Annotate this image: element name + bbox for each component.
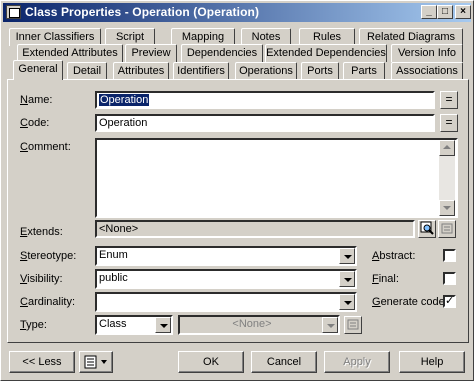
general-tab-panel: Name: Operation = Code: Operation = Comm… bbox=[7, 79, 469, 343]
list-menu-icon bbox=[84, 355, 107, 369]
cardinality-label: Cardinality: bbox=[20, 296, 76, 308]
type-combobox[interactable]: Class bbox=[95, 315, 173, 335]
select-extends-button[interactable] bbox=[418, 220, 436, 238]
comment-label: Comment: bbox=[20, 141, 71, 153]
stereotype-dropdown-icon[interactable] bbox=[339, 248, 355, 264]
apply-button: Apply bbox=[324, 351, 390, 373]
generate-code-label: Generate code: bbox=[372, 296, 448, 308]
magnifier-icon bbox=[420, 221, 434, 235]
tab-detail[interactable]: Detail bbox=[67, 62, 107, 80]
scroll-down-arrow-icon[interactable] bbox=[439, 200, 455, 216]
minimize-button[interactable]: _ bbox=[421, 5, 437, 19]
name-field[interactable]: Operation bbox=[95, 91, 435, 109]
properties-icon bbox=[441, 223, 453, 234]
abstract-checkbox[interactable] bbox=[443, 249, 456, 262]
tab-operations[interactable]: Operations bbox=[235, 62, 297, 80]
help-button[interactable]: Help bbox=[399, 351, 465, 373]
code-sync-button[interactable]: = bbox=[440, 114, 458, 132]
tab-extended-dependencies[interactable]: Extended Dependencies bbox=[265, 44, 387, 62]
code-field[interactable]: Operation bbox=[95, 114, 435, 132]
extends-field: <None> bbox=[95, 220, 415, 238]
maximize-button[interactable]: □ bbox=[437, 5, 453, 19]
name-code-sync-button[interactable]: = bbox=[440, 91, 458, 109]
tab-parts[interactable]: Parts bbox=[343, 62, 385, 80]
type-dropdown-icon[interactable] bbox=[155, 317, 171, 333]
close-button[interactable]: × bbox=[455, 5, 471, 19]
menu-button[interactable] bbox=[79, 351, 113, 373]
cardinality-dropdown-icon[interactable] bbox=[339, 294, 355, 310]
window-title: Class Properties - Operation (Operation) bbox=[25, 5, 260, 19]
abstract-label: Abstract: bbox=[372, 250, 416, 262]
tab-preview[interactable]: Preview bbox=[125, 44, 177, 62]
tab-ports[interactable]: Ports bbox=[301, 62, 339, 80]
tab-associations[interactable]: Associations bbox=[391, 62, 463, 80]
extends-label: Extends: bbox=[20, 226, 63, 238]
generate-code-checkbox[interactable]: ✓ bbox=[443, 295, 456, 308]
final-checkbox[interactable] bbox=[443, 272, 456, 285]
tab-attributes[interactable]: Attributes bbox=[113, 62, 169, 80]
subtype-dropdown-icon bbox=[322, 317, 338, 333]
dialog-window: Class Properties - Operation (Operation)… bbox=[0, 0, 474, 381]
comment-textarea[interactable] bbox=[95, 138, 458, 218]
final-label: Final: bbox=[372, 273, 399, 285]
ok-button[interactable]: OK bbox=[178, 351, 244, 373]
tab-dependencies[interactable]: Dependencies bbox=[181, 44, 263, 62]
visibility-label: Visibility: bbox=[20, 273, 63, 285]
code-label: Code: bbox=[20, 117, 50, 129]
comment-scrollbar[interactable] bbox=[439, 140, 455, 216]
properties-icon bbox=[347, 319, 359, 330]
type-properties-button bbox=[344, 316, 362, 334]
scroll-up-arrow-icon[interactable] bbox=[439, 140, 455, 156]
visibility-combobox[interactable]: public bbox=[95, 269, 357, 289]
visibility-dropdown-icon[interactable] bbox=[339, 271, 355, 287]
type-subtype-combobox: <None> bbox=[178, 315, 340, 335]
tab-version-info[interactable]: Version Info bbox=[391, 44, 463, 62]
extends-properties-button[interactable] bbox=[438, 220, 456, 238]
stereotype-label: Stereotype: bbox=[20, 250, 77, 262]
cancel-button[interactable]: Cancel bbox=[251, 351, 317, 373]
less-button[interactable]: << Less bbox=[9, 351, 75, 373]
type-label: Type: bbox=[20, 319, 47, 331]
tab-general[interactable]: General bbox=[13, 60, 63, 80]
title-bar[interactable]: Class Properties - Operation (Operation)… bbox=[3, 3, 471, 22]
name-label: Name: bbox=[20, 94, 53, 106]
tab-identifiers[interactable]: Identifiers bbox=[173, 62, 229, 80]
cardinality-combobox[interactable] bbox=[95, 292, 357, 312]
stereotype-combobox[interactable]: Enum bbox=[95, 246, 357, 266]
class-properties-icon bbox=[6, 5, 21, 19]
